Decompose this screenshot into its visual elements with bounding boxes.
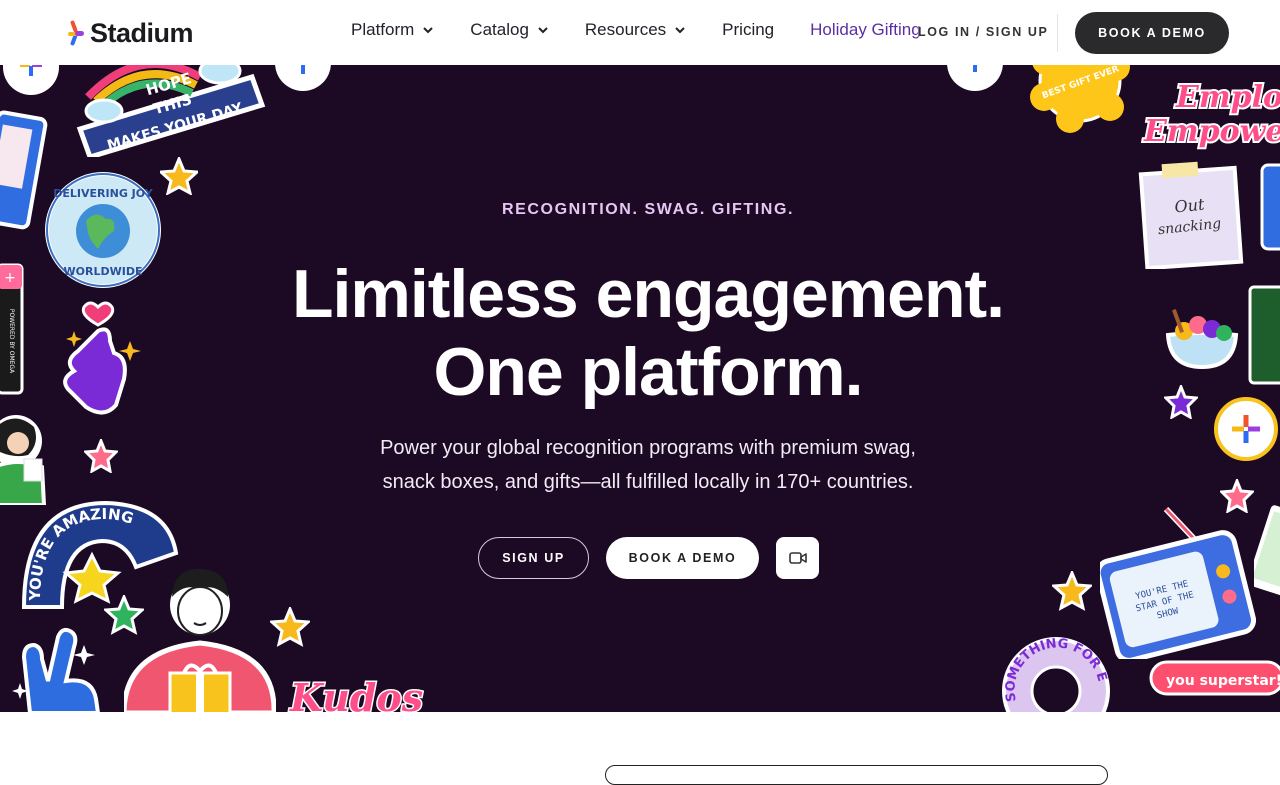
headline-line-2: One platform. — [433, 334, 863, 410]
hero-eyebrow: RECOGNITION. SWAG. GIFTING. — [501, 201, 795, 218]
employee-empower-sticker: Emplo Empower — [1140, 71, 1280, 153]
brand-name: Stadium — [90, 18, 194, 48]
star-of-the-show-tv-sticker: YOU'RE THE STAR OF THE SHOW — [1100, 505, 1256, 659]
employee-line2: Empower — [1143, 114, 1280, 149]
headline-line-1: Limitless engagement. — [291, 256, 1005, 332]
employee-line1: Emplo — [1175, 80, 1280, 115]
chevron-down-icon — [675, 27, 685, 34]
kudos-sticker: Kudos — [284, 667, 425, 713]
stadium-logo-icon — [68, 20, 84, 45]
nav-platform-label: Platform — [351, 20, 415, 39]
main-nav: Platform Catalog Resources Pricing Holid… — [351, 20, 921, 40]
nav-resources-label: Resources — [584, 20, 667, 39]
stadium-badge-sticker — [274, 65, 332, 93]
peace-hand-sticker — [8, 621, 104, 712]
subheadline-line-2: snack boxes, and gifts—all fulfilled loc… — [382, 471, 914, 493]
nav-holiday-gifting[interactable]: Holiday Gifting — [810, 20, 921, 40]
best-gift-ever-sticker: BEST GIFT EVER — [1018, 65, 1142, 137]
green-tag-sticker — [1254, 505, 1280, 599]
nav-resources[interactable]: Resources — [585, 20, 686, 40]
chevron-down-icon — [538, 27, 548, 34]
something-for-everyone-sticker: SOMETHING FOR EV — [994, 631, 1114, 712]
hero-book-demo-button[interactable]: BOOK A DEMO — [606, 537, 759, 579]
nav-platform[interactable]: Platform — [351, 20, 434, 40]
you-superstar-sticker: you superstar! — [1148, 659, 1280, 697]
stadium-logo[interactable]: Stadium — [68, 18, 194, 49]
hero-subheadline: Power your global recognition programs w… — [0, 431, 1280, 499]
person-with-gift-sticker — [124, 561, 276, 712]
chevron-down-icon — [423, 27, 434, 34]
nav-catalog[interactable]: Catalog — [470, 20, 549, 40]
orange-star-sticker — [270, 607, 310, 647]
superstar-text: you superstar! — [1166, 673, 1280, 689]
hero-sign-up-button[interactable]: SIGN UP — [478, 537, 589, 579]
hero-headline: Limitless engagement. One platform. — [0, 255, 1280, 411]
nav-pricing-label: Pricing — [722, 20, 775, 39]
nav-pricing[interactable]: Pricing — [722, 20, 774, 40]
nav-catalog-label: Catalog — [470, 20, 529, 39]
watch-video-button[interactable] — [776, 537, 819, 579]
kudos-text: Kudos — [289, 675, 423, 712]
hope-this-makes-your-day-sticker: HOPE THIS MAKES YOUR DAY — [70, 65, 270, 157]
book-demo-button[interactable]: BOOK A DEMO — [1075, 12, 1229, 54]
login-signup-link[interactable]: LOG IN / SIGN UP — [918, 25, 1049, 39]
orange-star-sticker — [1052, 571, 1092, 611]
star-sticker — [160, 157, 198, 195]
below-fold-card — [605, 765, 1108, 785]
stadium-badge-sticker — [946, 65, 1004, 93]
subheadline-line-1: Power your global recognition programs w… — [380, 437, 916, 459]
joy-top-text: DELIVERING JOY — [53, 187, 153, 200]
nav-divider — [1057, 14, 1058, 52]
top-nav-bar: Stadium Platform Catalog Resources Prici… — [0, 0, 1280, 65]
nav-holiday-gifting-label: Holiday Gifting — [810, 20, 921, 39]
stadium-badge-sticker — [2, 65, 60, 97]
hero-section: HOPE THIS MAKES YOUR DAY DELIVERING JOY … — [0, 65, 1280, 712]
video-camera-icon — [788, 552, 807, 564]
